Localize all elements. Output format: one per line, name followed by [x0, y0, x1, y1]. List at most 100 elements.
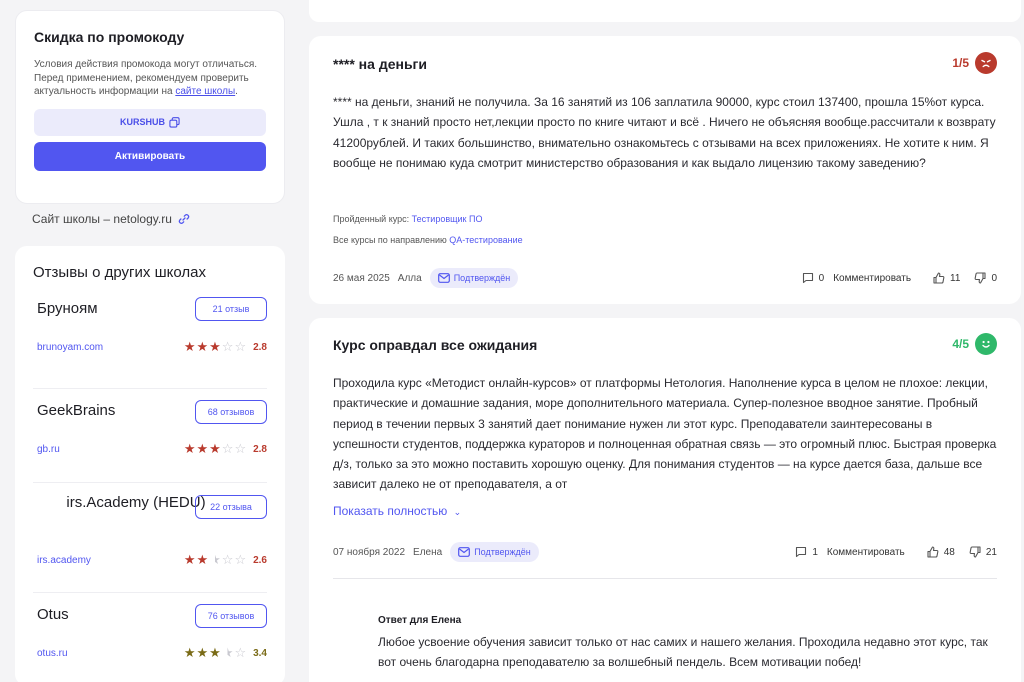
activate-button[interactable]: Активировать — [34, 141, 266, 171]
reviews-count-button[interactable]: 21 отзыв — [195, 297, 267, 321]
previous-review-card — [309, 0, 1021, 22]
comment-button[interactable]: 0 Комментировать — [802, 272, 911, 284]
mail-icon — [458, 547, 471, 557]
star-half-icon: ★ — [209, 552, 221, 567]
school-name[interactable]: Otus — [37, 605, 69, 625]
chevron-down-icon: ⌄ — [453, 507, 462, 517]
star-icon: ★ — [183, 645, 196, 660]
review-title: **** на деньги — [333, 56, 427, 72]
answer-title: Ответ для Елена — [378, 615, 462, 626]
smile-face-icon — [975, 333, 997, 355]
star-icon: ★ — [183, 441, 196, 456]
star-icon: ★ — [209, 339, 221, 354]
school-rating: ★ ★ ★ ★ ☆ 3.4 — [184, 645, 267, 661]
school-url[interactable]: brunoyam.com — [37, 342, 103, 353]
promo-code-copy[interactable]: KURSHUB — [34, 108, 266, 136]
answer-text: Любое усвоение обучения зависит только о… — [378, 635, 988, 670]
school-site[interactable]: Сайт школы – netology.ru — [32, 212, 190, 226]
review-footer: 07 ноября 2022 Елена Подтверждён 1 Комме… — [333, 541, 997, 563]
rating-score: 2.8 — [253, 341, 267, 353]
review-card: Курс оправдал все ожидания 4/5 Проходила… — [309, 318, 1021, 682]
angry-face-icon — [975, 52, 997, 74]
dislike-count: 21 — [985, 546, 997, 558]
school-item: Otus 76 отзывов otus.ru ★ ★ ★ ★ ☆ 3.4 — [33, 593, 267, 682]
other-schools-panel: Отзывы о других школах Бруноям 21 отзыв … — [15, 246, 285, 682]
thumbs-up-icon — [927, 546, 939, 558]
star-empty-icon: ☆ — [221, 552, 234, 567]
school-rating: ★ ★ ★ ☆ ☆ 2.8 — [184, 339, 267, 355]
school-name[interactable]: Бруноям — [37, 299, 98, 319]
review-author: Елена — [413, 546, 443, 558]
star-empty-icon: ☆ — [234, 645, 247, 660]
star-empty-icon: ☆ — [234, 441, 247, 456]
reviews-count-button[interactable]: 76 отзывов — [195, 604, 267, 628]
rating-value: 1/5 — [952, 56, 969, 70]
star-icon: ★ — [209, 441, 221, 456]
thumbs-down-icon — [974, 272, 986, 284]
comment-button[interactable]: 1 Комментировать — [795, 546, 905, 558]
star-empty-icon: ☆ — [221, 339, 234, 354]
course-link[interactable]: Тестировщик ПО — [412, 214, 483, 224]
reviews-count-button[interactable]: 68 отзывов — [195, 400, 267, 424]
star-half-icon: ★ — [221, 645, 234, 660]
review-direction: Все курсы по направлению QA-тестирование — [333, 235, 523, 245]
comment-count: 1 — [812, 546, 818, 558]
star-icon: ★ — [196, 339, 209, 354]
thumbs-up-icon — [933, 272, 945, 284]
thumbs-down-icon — [969, 546, 981, 558]
star-icon: ★ — [183, 339, 196, 354]
show-more-button[interactable]: Показать полностью ⌄ — [333, 504, 461, 518]
star-icon: ★ — [209, 645, 221, 660]
comment-count: 0 — [818, 272, 825, 284]
like-count: 11 — [950, 272, 961, 284]
review-card: **** на деньги 1/5 **** на деньги, знани… — [309, 36, 1021, 304]
star-empty-icon: ☆ — [234, 339, 247, 354]
star-icon: ★ — [196, 441, 209, 456]
divider — [333, 578, 997, 579]
like-button[interactable]: 48 — [927, 546, 955, 558]
copy-icon — [169, 116, 180, 128]
review-footer: 26 мая 2025 Алла Подтверждён 0 Комментир… — [333, 267, 997, 289]
star-empty-icon: ☆ — [221, 441, 234, 456]
promo-title: Скидка по промокоду — [34, 29, 185, 45]
reviews-count-button[interactable]: 22 отзыва — [195, 495, 267, 519]
review-title: Курс оправдал все ожидания — [333, 337, 538, 353]
star-icon: ★ — [196, 645, 209, 660]
review-text: Проходила курс «Методист онлайн-курсов» … — [333, 376, 997, 492]
rating-value: 4/5 — [952, 337, 969, 351]
comment-icon — [802, 272, 814, 284]
review-rating: 4/5 — [952, 333, 997, 355]
school-name[interactable]: irs.Academy (HEDU) — [61, 493, 211, 513]
school-name[interactable]: GeekBrains — [37, 401, 115, 421]
review-text: **** на деньги, знаний не получила. За 1… — [333, 95, 996, 170]
rating-score: 3.4 — [253, 647, 267, 659]
rating-score: 2.8 — [253, 443, 267, 455]
rating-score: 2.6 — [253, 554, 267, 566]
star-icon: ★ — [196, 552, 209, 567]
promo-text: Условия действия промокода могут отличат… — [34, 59, 258, 97]
school-site-link[interactable]: сайте школы — [175, 86, 235, 97]
like-button[interactable]: 11 — [933, 272, 960, 284]
review-rating: 1/5 — [952, 52, 997, 74]
school-rating: ★ ★ ★ ☆ ☆ 2.8 — [184, 441, 267, 457]
direction-link[interactable]: QA-тестирование — [449, 235, 522, 245]
review-date: 26 мая 2025 — [333, 272, 390, 284]
review-course: Пройденный курс: Тестировщик ПО — [333, 214, 483, 224]
verified-badge: Подтверждён — [429, 268, 519, 288]
dislike-button[interactable]: 0 — [974, 272, 997, 284]
school-item: irs.Academy (HEDU) 22 отзыва irs.academy… — [33, 483, 267, 593]
school-site-label: Сайт школы – netology.ru — [32, 212, 172, 226]
school-item: GeekBrains 68 отзывов gb.ru ★ ★ ★ ☆ ☆ 2.8 — [33, 389, 267, 483]
comment-icon — [795, 546, 807, 558]
dislike-count: 0 — [991, 272, 997, 284]
school-url[interactable]: irs.academy — [37, 555, 91, 566]
school-url[interactable]: gb.ru — [37, 444, 60, 455]
school-item: Бруноям 21 отзыв brunoyam.com ★ ★ ★ ☆ ☆ 2.8 — [33, 297, 267, 389]
mail-icon — [437, 273, 450, 283]
link-icon — [178, 213, 190, 225]
star-icon: ★ — [183, 552, 196, 567]
other-schools-title: Отзывы о других школах — [33, 264, 206, 281]
review-date: 07 ноября 2022 — [333, 546, 406, 558]
school-url[interactable]: otus.ru — [37, 648, 68, 659]
dislike-button[interactable]: 21 — [969, 546, 997, 558]
